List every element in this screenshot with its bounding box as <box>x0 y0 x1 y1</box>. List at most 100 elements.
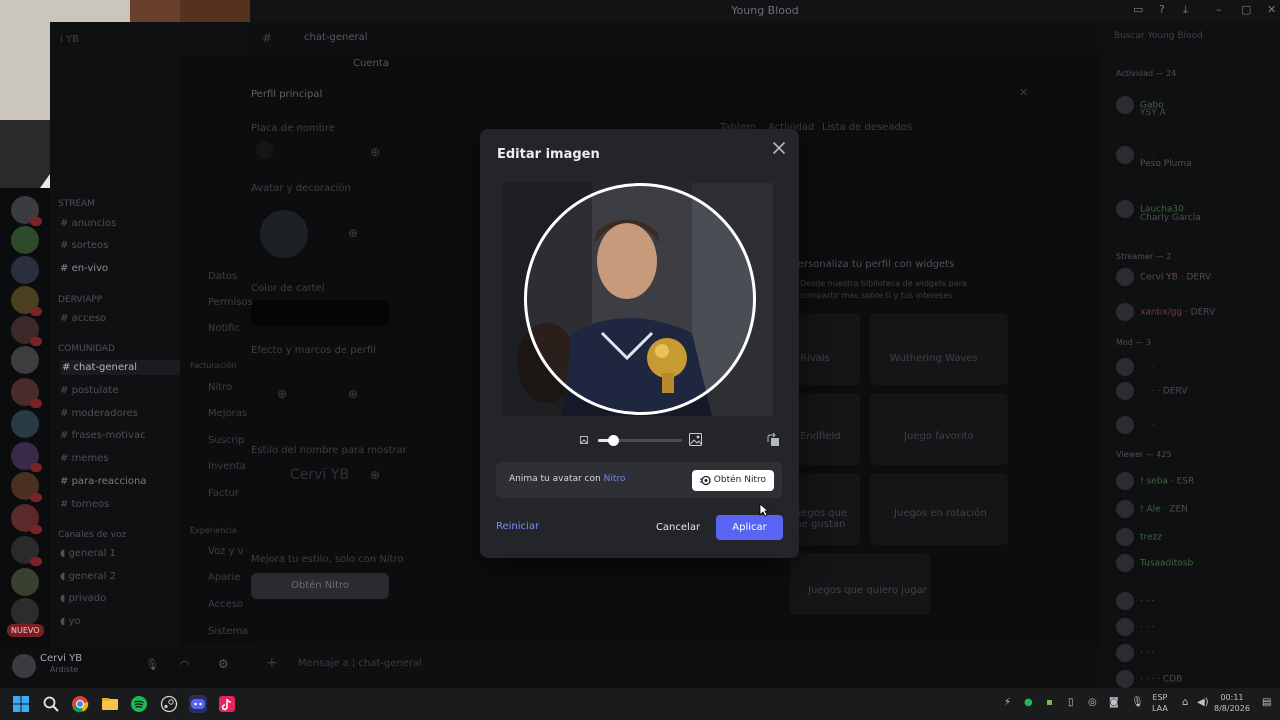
member-item[interactable]: ! Ale · ZEN <box>1116 500 1188 518</box>
upsell-get-nitro-button[interactable]: Obtén Nitro <box>251 573 389 599</box>
member-item[interactable]: · · · <box>1116 416 1154 434</box>
crop-area[interactable] <box>502 183 773 416</box>
widget-card[interactable]: Wuthering Waves <box>870 313 1008 385</box>
member-item[interactable]: · · · <box>1116 592 1154 610</box>
menu-item[interactable]: Inventa <box>208 461 246 472</box>
widget-card[interactable]: Rivals <box>790 313 860 385</box>
server-icon[interactable] <box>11 472 42 502</box>
menu-item[interactable]: Acceso <box>208 599 243 610</box>
settings-close-icon[interactable]: ✕ <box>1019 86 1028 99</box>
menu-item[interactable]: Suscrip <box>208 435 245 446</box>
member-item[interactable]: xanbx/gg · DERV <box>1116 303 1215 321</box>
profile-select[interactable]: Perfil principal <box>251 89 322 100</box>
menu-item[interactable]: Mejoras <box>208 408 247 419</box>
member-item[interactable]: ! seba · ESR <box>1116 472 1194 490</box>
channel-item[interactable]: # acceso <box>60 313 106 324</box>
add-attachment-icon[interactable]: + <box>266 655 278 671</box>
member-item[interactable]: · · · · DERV <box>1116 382 1187 400</box>
tray-battery-icon[interactable]: ▯ <box>1068 697 1074 708</box>
server-icon[interactable] <box>11 226 39 254</box>
member-item[interactable]: Cervi YB · DERV <box>1116 268 1211 286</box>
search-icon[interactable] <box>42 695 60 713</box>
avatar[interactable] <box>12 654 36 678</box>
server-icon[interactable] <box>11 536 42 566</box>
server-icon[interactable] <box>11 196 42 226</box>
cancel-button[interactable]: Cancelar <box>646 515 710 540</box>
add-name-style-icon[interactable]: ⊕ <box>370 468 380 482</box>
maximize-icon[interactable]: ▢ <box>1241 3 1251 16</box>
mute-icon[interactable]: 🎙 <box>145 658 159 671</box>
member-item[interactable]: YSY A <box>1140 108 1166 118</box>
member-item[interactable]: · · · · CDB <box>1116 670 1182 688</box>
chrome-icon[interactable] <box>71 695 89 713</box>
server-icon[interactable] <box>11 598 39 626</box>
category-label[interactable]: STREAM <box>58 199 95 209</box>
get-nitro-button[interactable]: Obtén Nitro <box>691 470 774 491</box>
server-icon[interactable] <box>11 410 39 438</box>
server-name[interactable]: i YB <box>60 34 79 45</box>
menu-item[interactable]: Datos <box>208 271 237 282</box>
menu-item[interactable]: Sistema <box>208 626 248 637</box>
voice-channel-item[interactable]: ◖ general 1 <box>60 548 116 559</box>
headphones-icon[interactable]: ◠ <box>180 658 190 671</box>
channel-item[interactable]: # para-reacciona <box>60 476 146 487</box>
tray-nvidia-icon[interactable]: ▪ <box>1046 697 1053 708</box>
channel-item[interactable]: # torneos <box>60 499 109 510</box>
server-icon[interactable] <box>11 286 42 316</box>
voice-channel-item[interactable]: ◖ privado <box>60 593 106 604</box>
zoom-handle[interactable] <box>608 435 620 446</box>
member-item[interactable]: trezz <box>1116 528 1162 546</box>
widget-card[interactable]: Endfield <box>790 393 860 465</box>
widget-card[interactable]: Juegos que me gustan <box>790 473 860 545</box>
member-search-input[interactable]: Buscar Young Blood <box>1114 31 1274 41</box>
discord-icon[interactable] <box>189 695 207 713</box>
menu-item[interactable]: Permisos <box>208 297 253 308</box>
minimize-icon[interactable]: – <box>1216 3 1222 16</box>
category-label[interactable]: DERVIAPP <box>58 295 102 305</box>
inbox-icon[interactable]: ▭ <box>1133 3 1143 16</box>
menu-item[interactable]: Nitro <box>208 382 232 393</box>
server-icon[interactable] <box>11 442 42 472</box>
server-icon[interactable] <box>11 316 42 346</box>
voice-channel-item[interactable]: ◖ general 2 <box>60 571 116 582</box>
server-icon[interactable] <box>11 378 42 408</box>
tray-discord-icon[interactable]: ◙ <box>1109 697 1119 708</box>
menu-item[interactable]: Factur <box>208 488 239 499</box>
add-frame-icon[interactable]: ⊕ <box>348 387 358 401</box>
keyboard-language[interactable]: ESP LAA <box>1152 692 1168 714</box>
category-label[interactable]: COMUNIDAD <box>58 344 115 354</box>
tray-mic-icon[interactable]: 🎙 <box>1131 697 1144 708</box>
menu-item[interactable]: Aparie <box>208 572 240 583</box>
profile-tab[interactable]: Lista de deseados <box>822 122 912 133</box>
server-icon[interactable] <box>11 504 42 534</box>
channel-item[interactable]: # postulate <box>60 385 118 396</box>
avatar-preview[interactable] <box>260 210 308 258</box>
tiktok-icon[interactable] <box>218 695 236 713</box>
tray-spotify-icon[interactable]: ● <box>1024 697 1033 708</box>
channel-item[interactable]: # moderadores <box>60 408 138 419</box>
member-item[interactable]: · · · <box>1116 618 1154 636</box>
message-composer[interactable]: + Mensaje a ¦ chat-general <box>262 650 1092 678</box>
add-decoration-icon[interactable]: ⊕ <box>348 226 358 240</box>
widget-card[interactable]: Juegos en rotación <box>870 473 1008 545</box>
apply-button[interactable]: Aplicar <box>716 515 783 540</box>
file-explorer-icon[interactable] <box>101 695 119 713</box>
member-item[interactable]: · · · <box>1116 358 1154 376</box>
channel-item[interactable]: # frases-motivac <box>60 430 146 441</box>
widget-card[interactable]: Juego favorito <box>870 393 1008 465</box>
windows-start-icon[interactable] <box>12 695 30 713</box>
channel-item[interactable]: # en-vivo <box>60 263 108 274</box>
steam-icon[interactable] <box>160 695 178 713</box>
download-icon[interactable]: ⤓ <box>1183 3 1188 17</box>
close-window-icon[interactable]: ✕ <box>1267 3 1276 16</box>
clock[interactable]: 00:11 8/8/2026 <box>1214 692 1250 714</box>
tab-account[interactable]: Cuenta <box>353 58 389 69</box>
tray-steam-icon[interactable]: ◎ <box>1088 697 1097 708</box>
server-icon[interactable] <box>11 256 39 284</box>
help-icon[interactable]: ? <box>1159 3 1165 16</box>
widget-card[interactable]: Juegos que quiero jugar <box>790 553 930 615</box>
add-nameplate-icon[interactable]: ⊕ <box>370 145 380 159</box>
voice-channel-item[interactable]: ◖ yo <box>60 616 81 627</box>
notifications-icon[interactable]: ▤ <box>1262 697 1271 708</box>
channel-item[interactable]: # sorteos <box>60 240 108 251</box>
